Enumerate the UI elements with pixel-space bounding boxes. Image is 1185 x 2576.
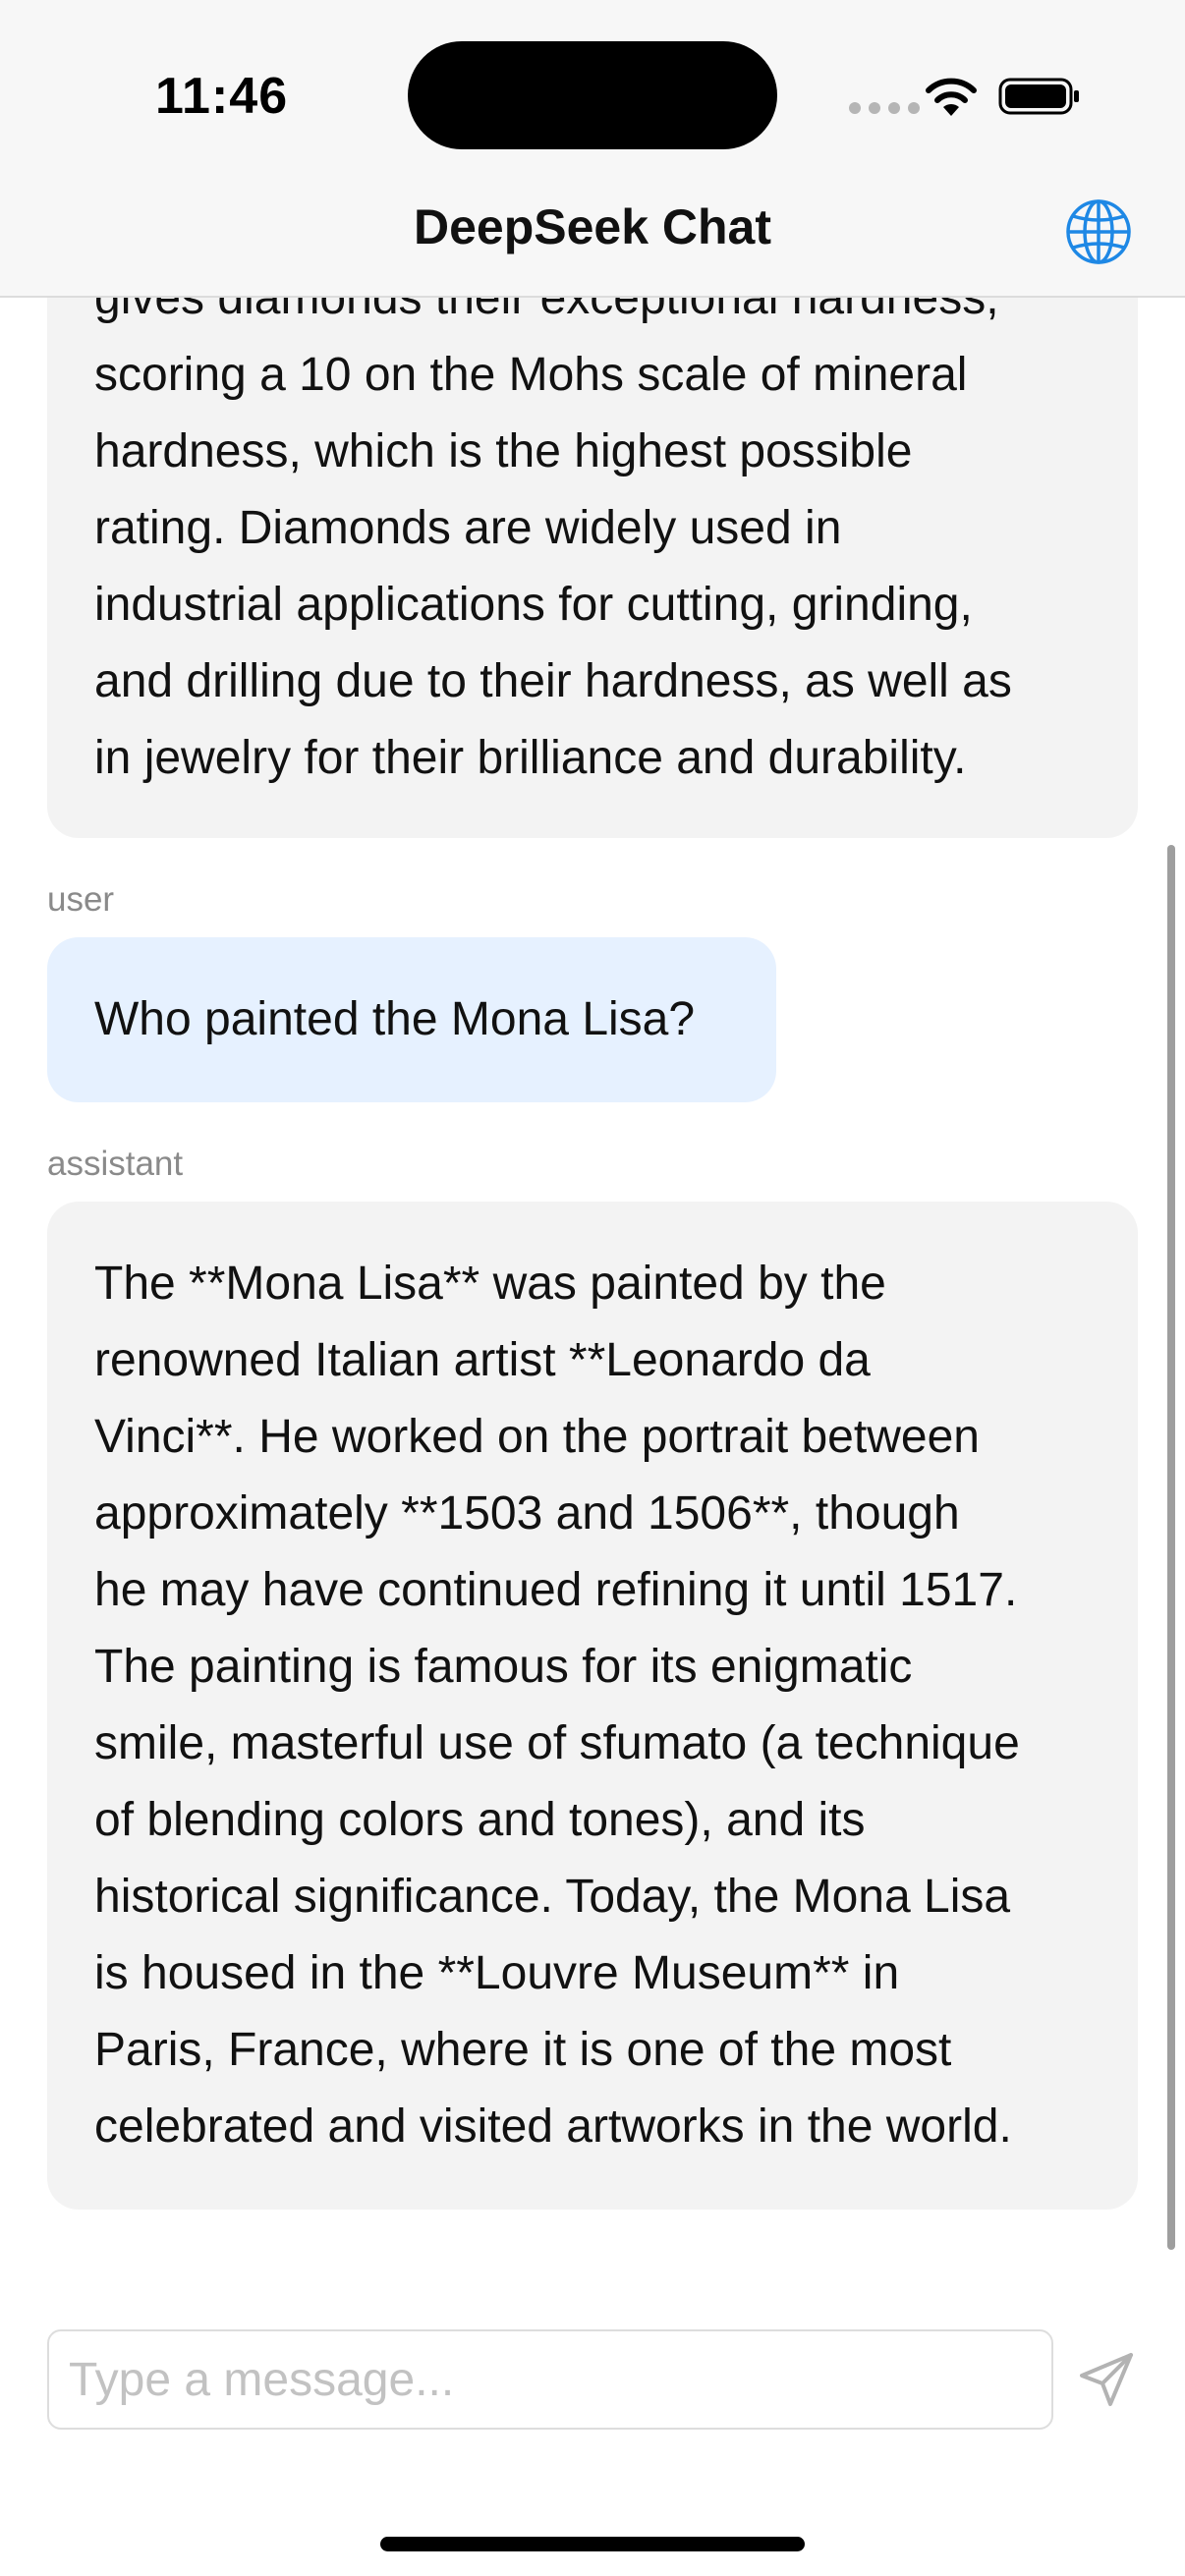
dynamic-island [408,41,777,149]
message-line: smile, masterful use of sfumato (a techn… [94,1717,1020,1769]
user-message-bubble: Who painted the Mona Lisa? [47,937,776,1102]
message-line: Who painted the Mona Lisa? [94,993,696,1045]
assistant-message-bubble: gives diamonds their exceptional hardnes… [47,298,1138,838]
home-indicator[interactable] [380,2537,805,2551]
message-line: historical significance. Today, the Mona… [94,1871,1011,1923]
paper-plane-icon[interactable] [1077,2350,1136,2409]
message-line: hardness, which is the highest possible [94,425,913,477]
message-line: rating. Diamonds are widely used in [94,502,842,554]
assistant-message-bubble: The **Mona Lisa** was painted by the ren… [47,1202,1138,2210]
message-line: he may have continued refining it until … [94,1564,1018,1616]
scrollbar[interactable] [1167,845,1175,2250]
navigation-header: 11:46 DeepSeek Chat [0,0,1185,298]
message-line: celebrated and visited artworks in the w… [94,2100,1012,2153]
message-line: is housed in the **Louvre Museum** in [94,1947,900,1999]
user-role-label: user [47,880,115,919]
message-line: industrial applications for cutting, gri… [94,579,973,631]
message-line: of blending colors and tones), and its [94,1794,866,1846]
message-line: The **Mona Lisa** was painted by the [94,1258,886,1310]
battery-icon [998,78,1079,115]
message-line: approximately **1503 and 1506**, though [94,1487,960,1540]
assistant-role-label: assistant [47,1145,184,1183]
message-line: gives diamonds their exceptional hardnes… [94,298,999,324]
message-line: Vinci**. He worked on the portrait betwe… [94,1411,980,1463]
page-title: DeepSeek Chat [413,199,772,254]
cellular-signal-icon [849,102,920,114]
status-time: 11:46 [155,68,289,125]
message-line: scoring a 10 on the Mohs scale of minera… [94,349,968,401]
message-line: and drilling due to their hardness, as w… [94,655,1012,707]
message-line: Paris, France, where it is one of the mo… [94,2024,952,2076]
chat-message-list[interactable]: gives diamonds their exceptional hardnes… [0,298,1185,2302]
wifi-icon [926,78,977,116]
globe-icon[interactable] [1064,197,1133,266]
message-line: in jewelry for their brilliance and dura… [94,732,967,784]
message-input[interactable] [47,2329,1053,2430]
message-line: renowned Italian artist **Leonardo da [94,1334,871,1386]
message-line: The painting is famous for its enigmatic [94,1641,913,1693]
